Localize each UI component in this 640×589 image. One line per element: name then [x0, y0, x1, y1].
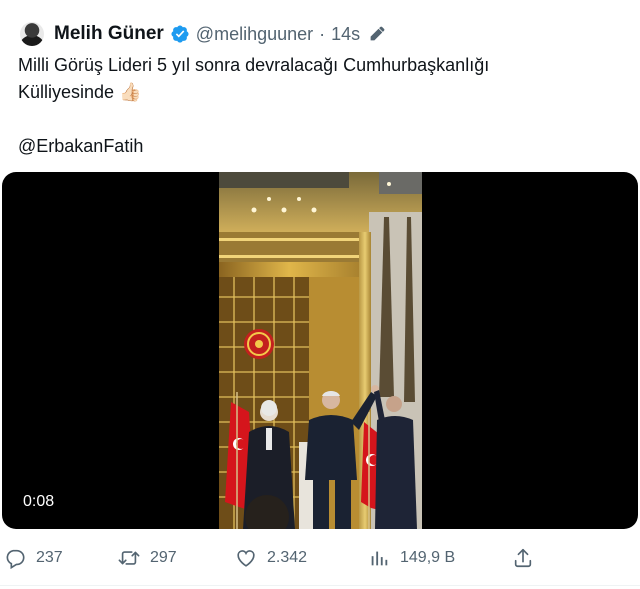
share-icon [514, 548, 532, 568]
views-button[interactable]: 149,9 B [368, 543, 455, 573]
video-frame [219, 172, 422, 529]
tweet-card: Melih Güner @melihguuner · 14s Milli Gör… [0, 0, 640, 589]
tweet-text: Milli Görüş Lideri 5 yıl sonra devralaca… [18, 52, 618, 160]
heart-icon [237, 550, 255, 567]
views-count: 149,9 B [400, 549, 456, 566]
thumbs-up-emoji: 👍🏻 [119, 82, 142, 102]
views-chart-icon [371, 551, 388, 566]
video-duration: 0:08 [23, 493, 55, 510]
reply-icon [6, 549, 25, 569]
tweet-text-line2: Külliyesinde [18, 82, 115, 102]
divider [0, 585, 640, 586]
author-handle[interactable]: @melihguuner [196, 24, 313, 45]
tweet-text-line1: Milli Görüş Lideri 5 yıl sonra devralaca… [18, 55, 490, 75]
like-count: 2.342 [267, 549, 308, 566]
video-player[interactable]: 0:08 [2, 172, 638, 529]
tweet-actions: 237 297 2.342 149,9 B [0, 543, 640, 573]
tweet-time[interactable]: 14s [331, 24, 360, 45]
avatar[interactable] [20, 22, 44, 46]
separator-dot: · [319, 23, 326, 44]
retweet-button[interactable]: 297 [118, 543, 177, 573]
author-name[interactable]: Melih Güner [54, 23, 164, 45]
reply-count: 237 [36, 549, 63, 566]
share-button[interactable] [512, 543, 534, 573]
reply-button[interactable]: 237 [4, 543, 63, 573]
retweet-count: 297 [150, 549, 177, 566]
mention-link[interactable]: @ErbakanFatih [18, 133, 618, 160]
tweet-text-line: Külliyesinde 👍🏻 [18, 79, 618, 106]
mention-text[interactable]: @ErbakanFatih [18, 136, 143, 156]
edit-pencil-icon[interactable] [368, 25, 386, 43]
verified-badge-icon [171, 25, 189, 43]
tweet-text-line: Milli Görüş Lideri 5 yıl sonra devralaca… [18, 52, 618, 79]
retweet-icon [118, 551, 140, 565]
like-button[interactable]: 2.342 [235, 543, 307, 573]
tweet-header: Melih Güner @melihguuner · 14s [20, 20, 386, 48]
